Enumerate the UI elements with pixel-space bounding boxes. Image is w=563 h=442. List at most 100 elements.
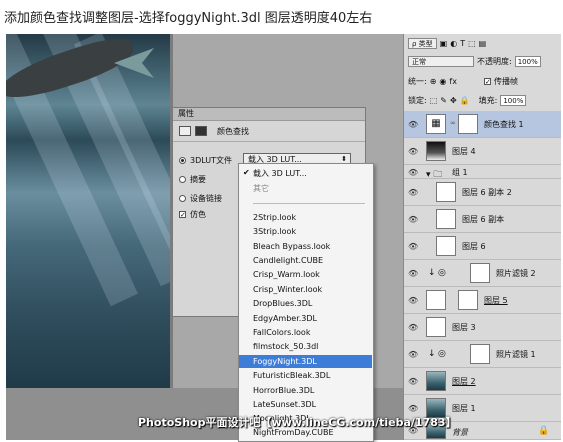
photo-filter-icon: ◎ bbox=[438, 268, 446, 278]
layer-row[interactable]: 👁 ↓ ◎ 照片滤镜 1 bbox=[404, 341, 561, 368]
unify-position-icon[interactable]: ⊕ bbox=[430, 77, 437, 86]
unify-visibility-icon[interactable]: ◉ bbox=[439, 77, 446, 86]
menu-item-lut[interactable]: Crisp_Winter.look bbox=[253, 283, 322, 296]
filter-smart-icon[interactable]: ▤ bbox=[479, 39, 487, 48]
menu-item-lut[interactable]: FallColors.look bbox=[253, 326, 310, 339]
visibility-eye-icon[interactable]: 👁 bbox=[408, 377, 418, 386]
layer-mask-thumb[interactable] bbox=[470, 263, 490, 283]
option-device-link[interactable]: 设备链接 bbox=[179, 193, 222, 204]
visibility-eye-icon[interactable]: 👁 bbox=[408, 404, 418, 413]
menu-item-lut[interactable]: HorrorBlue.3DL bbox=[253, 384, 314, 397]
layer-mask-thumb[interactable] bbox=[470, 344, 490, 364]
lock-icon: 🔒 bbox=[538, 426, 550, 436]
lock-row: 锁定: ⬚ ✎ ✥ 🔒 填充: 100% bbox=[404, 95, 563, 106]
layer-name: 图层 6 bbox=[462, 242, 486, 251]
menu-item-lut[interactable]: DropBlues.3DL bbox=[253, 297, 312, 310]
adjustment-grid-icon[interactable] bbox=[179, 126, 191, 136]
clip-arrow-icon: ↓ bbox=[428, 349, 436, 359]
visibility-eye-icon[interactable]: 👁 bbox=[408, 120, 418, 129]
unify-label: 统一: bbox=[408, 77, 427, 86]
layer-name: 图层 1 bbox=[452, 404, 476, 413]
layer-row[interactable]: 👁 图层 4 bbox=[404, 138, 561, 165]
radio-abstract[interactable] bbox=[179, 176, 186, 183]
menu-item-lut[interactable]: filmstock_50.3dl bbox=[253, 340, 318, 353]
menu-item-lut[interactable]: Bleach Bypass.look bbox=[253, 240, 330, 253]
radio-device-link[interactable] bbox=[179, 195, 186, 202]
visibility-eye-icon[interactable]: 👁 bbox=[408, 350, 418, 359]
unify-row: 统一: ⊕ ◉ fx ✓ 传播帧 bbox=[404, 76, 563, 87]
visibility-eye-icon[interactable]: 👁 bbox=[408, 188, 418, 197]
lock-move-icon[interactable]: ✥ bbox=[450, 96, 457, 105]
menu-item-lut[interactable]: Crisp_Warm.look bbox=[253, 268, 320, 281]
fill-label: 填充: bbox=[478, 96, 498, 105]
layer-row[interactable]: 👁 图层 6 副本 bbox=[404, 206, 561, 233]
layer-row[interactable]: 👁 图层 2 bbox=[404, 368, 561, 395]
filter-pixel-icon[interactable]: ▣ bbox=[440, 39, 448, 48]
visibility-eye-icon[interactable]: 👁 bbox=[408, 147, 418, 156]
visibility-eye-icon[interactable]: 👁 bbox=[408, 296, 418, 305]
layer-thumb bbox=[426, 371, 446, 391]
layer-mask-thumb[interactable] bbox=[458, 290, 478, 310]
menu-item-lut[interactable]: 3Strip.look bbox=[253, 225, 296, 238]
layer-name: 照片滤镜 2 bbox=[496, 269, 536, 278]
option-device-link-label: 设备链接 bbox=[190, 194, 222, 203]
filter-adjust-icon[interactable]: ◐ bbox=[450, 39, 457, 48]
option-dither[interactable]: ✓ 仿色 bbox=[179, 209, 206, 220]
lock-all-icon[interactable]: 🔒 bbox=[460, 96, 470, 105]
radio-3dlut[interactable] bbox=[179, 157, 186, 164]
layer-row[interactable]: 👁 ▦ ∞ 颜色查找 1 bbox=[404, 111, 561, 138]
visibility-eye-icon[interactable]: 👁 bbox=[408, 215, 418, 224]
properties-header-label: 颜色查找 bbox=[217, 126, 249, 136]
lut-dropdown-menu: ✔ 载入 3D LUT... 其它 2Strip.look 3Strip.loo… bbox=[238, 163, 374, 442]
opacity-label: 不透明度: bbox=[477, 57, 512, 66]
propagate-label: 传播帧 bbox=[493, 77, 518, 86]
filter-shape-icon[interactable]: ⬚ bbox=[468, 39, 476, 48]
menu-item-lut[interactable]: FuturisticBleak.3DL bbox=[253, 369, 330, 382]
layer-row[interactable]: 👁 ↓ ◎ 照片滤镜 2 bbox=[404, 260, 561, 287]
menu-item-lut[interactable]: 2Strip.look bbox=[253, 211, 296, 224]
layer-mask-thumb[interactable] bbox=[458, 114, 478, 134]
blend-mode-select[interactable]: 正常 bbox=[408, 56, 474, 67]
dither-checkbox[interactable]: ✓ bbox=[179, 211, 186, 219]
lock-paint-icon[interactable]: ✎ bbox=[440, 96, 447, 105]
menu-item-lut-selected[interactable]: FoggyNight.3DL bbox=[239, 355, 372, 368]
visibility-eye-icon[interactable]: 👁 bbox=[408, 269, 418, 278]
layer-thumb bbox=[426, 317, 446, 337]
menu-item-other[interactable]: 其它 bbox=[253, 182, 269, 195]
visibility-eye-icon[interactable]: 👁 bbox=[408, 168, 418, 177]
layers-panel: ρ 类型 ▣ ◐ T ⬚ ▤ 正常 不透明度: 100% 统一: ⊕ ◉ fx … bbox=[403, 34, 561, 440]
filter-text-icon[interactable]: T bbox=[460, 39, 465, 48]
menu-item-lut[interactable]: LateSunset.3DL bbox=[253, 398, 316, 411]
layer-row[interactable]: 👁 图层 6 副本 2 bbox=[404, 179, 561, 206]
clip-arrow-icon: ↓ bbox=[428, 268, 436, 278]
menu-item-lut[interactable]: EdgyAmber.3DL bbox=[253, 312, 317, 325]
option-abstract[interactable]: 摘要 bbox=[179, 174, 206, 185]
layer-name: 图层 2 bbox=[452, 377, 476, 386]
menu-item-load-lut[interactable]: 载入 3D LUT... bbox=[253, 167, 307, 180]
filter-kind-select[interactable]: ρ 类型 bbox=[408, 38, 437, 49]
layer-thumb bbox=[436, 209, 456, 229]
layer-thumb bbox=[426, 290, 446, 310]
mask-icon[interactable] bbox=[195, 126, 207, 136]
unify-style-icon[interactable]: fx bbox=[449, 77, 457, 86]
visibility-eye-icon[interactable]: 👁 bbox=[408, 242, 418, 251]
instruction-caption: 添加颜色查找调整图层-选择foggyNight.3dl 图层透明度40左右 bbox=[4, 11, 373, 26]
lock-label: 锁定: bbox=[408, 96, 427, 105]
layer-thumb bbox=[436, 236, 456, 256]
lock-transparent-icon[interactable]: ⬚ bbox=[430, 96, 438, 105]
option-3dlut[interactable]: 3DLUT文件 bbox=[179, 155, 232, 166]
layer-name: 图层 4 bbox=[452, 147, 476, 156]
menu-item-lut[interactable]: Candlelight.CUBE bbox=[253, 254, 323, 267]
propagate-checkbox[interactable]: ✓ bbox=[483, 78, 491, 86]
layer-thumb bbox=[426, 141, 446, 161]
visibility-eye-icon[interactable]: 👁 bbox=[408, 323, 418, 332]
opacity-field[interactable]: 100% bbox=[514, 56, 541, 67]
group-row[interactable]: 👁 ▾ 🗀 组 1 bbox=[404, 165, 561, 180]
layer-row[interactable]: 👁 图层 6 bbox=[404, 233, 561, 260]
fill-field[interactable]: 100% bbox=[500, 95, 527, 106]
checkmark-icon: ✔ bbox=[243, 168, 250, 177]
link-icon[interactable]: ∞ bbox=[450, 119, 456, 127]
layer-row[interactable]: 👁 图层 3 bbox=[404, 314, 561, 341]
layer-row[interactable]: 👁 图层 5 bbox=[404, 287, 561, 314]
grid-adjustment-icon: ▦ bbox=[426, 114, 446, 134]
